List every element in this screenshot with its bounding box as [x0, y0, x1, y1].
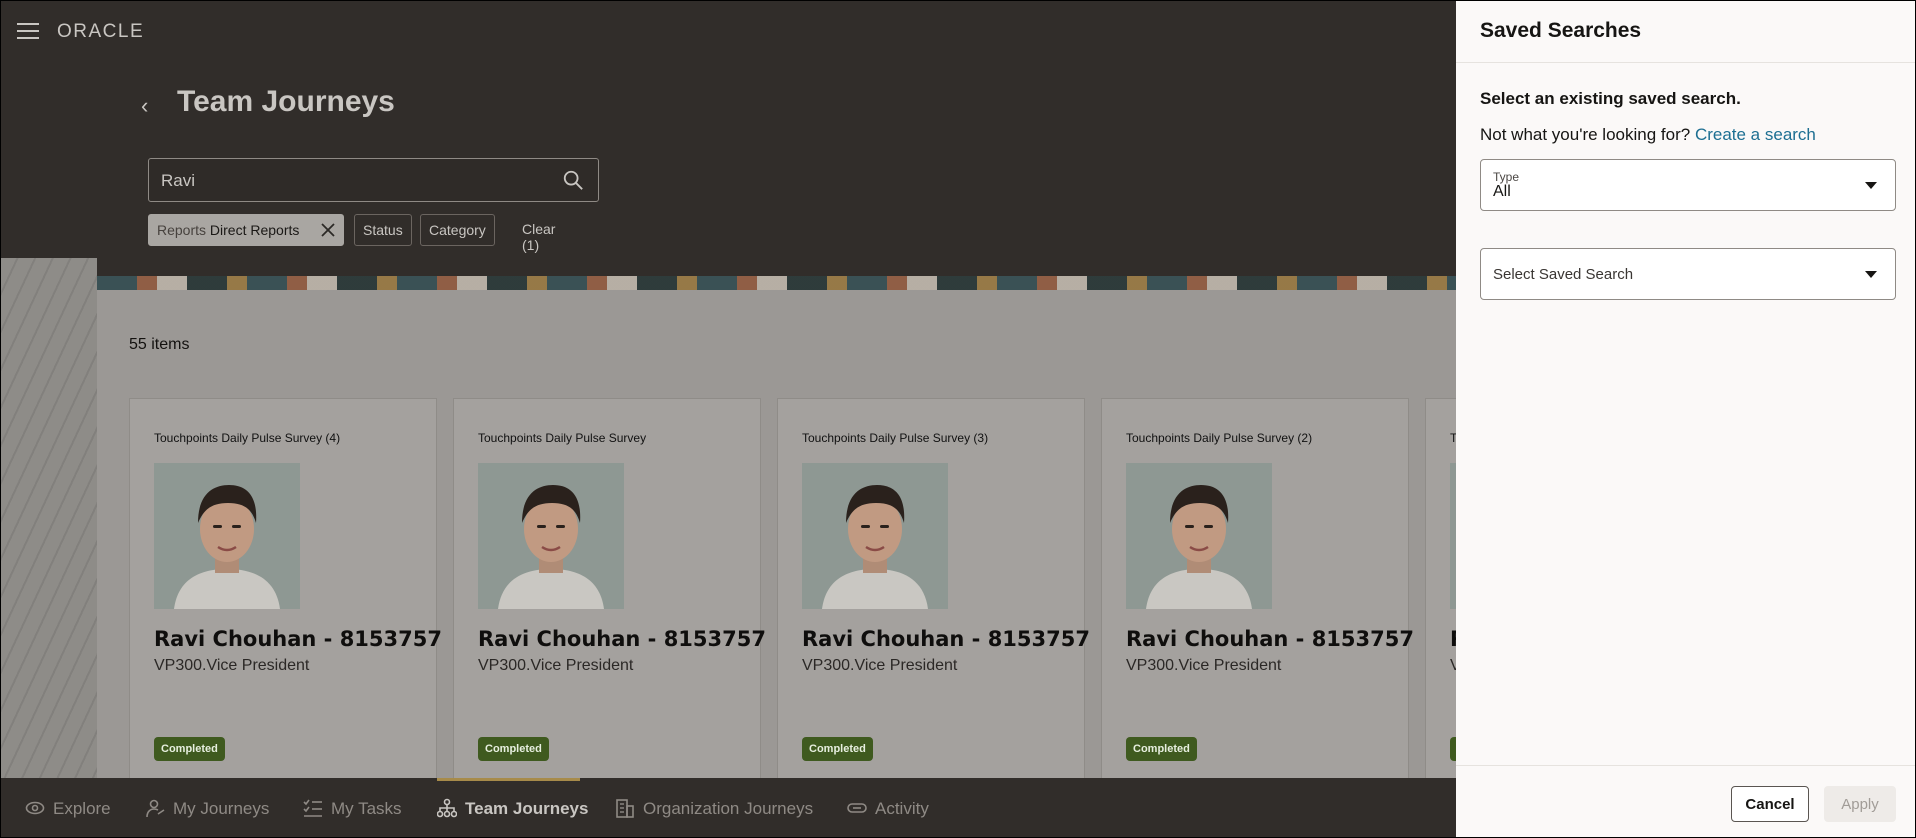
status-badge: Completed	[478, 737, 549, 761]
not-what-text: Not what you're looking for?	[1480, 125, 1691, 144]
create-search-link[interactable]: Create a search	[1695, 125, 1816, 144]
dropdown-caret-icon	[1865, 271, 1877, 278]
journey-card[interactable]: Touchpoints Daily Pulse Survey (3) Ravi C…	[777, 398, 1090, 788]
panel-helper-text: Not what you're looking for? Create a se…	[1480, 125, 1816, 145]
saved-searches-panel: Saved Searches Select an existing saved …	[1456, 0, 1916, 838]
back-chevron-icon[interactable]: ‹	[141, 93, 148, 119]
nav-my-tasks-label: My Tasks	[331, 799, 402, 818]
status-badge: Completed	[1126, 737, 1197, 761]
status-badge: Completed	[802, 737, 873, 761]
hierarchy-icon	[437, 798, 457, 818]
card-person-role: VP300.Vice President	[802, 657, 958, 674]
panel-instruction: Select an existing saved search.	[1480, 89, 1741, 108]
type-select[interactable]: Type All	[1480, 159, 1896, 211]
profile-photo	[154, 463, 300, 609]
nav-my-journeys-label: My Journeys	[173, 799, 270, 818]
profile-photo-art	[802, 463, 948, 609]
profile-photo	[478, 463, 624, 609]
panel-footer: Cancel Apply	[1456, 765, 1915, 837]
search-value: Ravi	[161, 171, 196, 190]
status-filter-chip[interactable]: Status	[354, 214, 412, 246]
items-count: 55 items	[129, 336, 190, 353]
card-person-role: VP300.Vice President	[154, 657, 310, 674]
journey-card[interactable]: Touchpoints Daily Pulse Survey (4) Ravi C…	[129, 398, 442, 788]
profile-photo	[1126, 463, 1272, 609]
nav-my-tasks[interactable]: My Tasks	[303, 798, 402, 819]
journey-card[interactable]: TRV	[1425, 398, 1456, 788]
nav-organization-journeys-label: Organization Journeys	[643, 799, 814, 818]
nav-team-journeys-label: Team Journeys	[465, 799, 589, 818]
top-bar: ORACLE	[1, 1, 1456, 63]
card-person-name: Ravi Chouhan - 8153757	[478, 627, 766, 651]
card-person-name: Ravi Chouhan - 8153757	[1126, 627, 1414, 651]
nav-activity[interactable]: Activity	[847, 798, 929, 819]
link-icon	[847, 803, 867, 813]
panel-header: Saved Searches	[1456, 1, 1915, 63]
card-person-name: Ravi Chouhan - 8153757	[154, 627, 442, 651]
checklist-icon	[303, 799, 322, 817]
remove-filter-icon[interactable]	[319, 221, 337, 239]
dropdown-caret-icon	[1865, 182, 1877, 189]
profile-photo	[802, 463, 948, 609]
reports-filter-chip[interactable]: Reports Direct Reports	[148, 214, 344, 246]
nav-activity-label: Activity	[875, 799, 929, 818]
nav-my-journeys[interactable]: My Journeys	[145, 798, 269, 819]
nav-organization-journeys[interactable]: Organization Journeys	[615, 798, 813, 819]
reports-chip-value: Direct Reports	[209, 222, 300, 238]
person-path-icon	[146, 799, 165, 818]
type-select-value: All	[1493, 183, 1511, 200]
card-title: Touchpoints Daily Pulse Survey	[478, 431, 647, 445]
decorative-strip	[1, 258, 97, 778]
bottom-navigation: Explore My Journeys My Tasks Team Journe…	[1, 778, 1456, 837]
profile-photo-art	[478, 463, 624, 609]
card-title: Touchpoints Daily Pulse Survey (4)	[154, 431, 341, 445]
card-title: Touchpoints Daily Pulse Survey (3)	[802, 431, 989, 445]
search-input[interactable]: Ravi	[148, 158, 599, 202]
nav-explore[interactable]: Explore	[25, 798, 111, 819]
reports-chip-key: Reports	[157, 222, 207, 238]
nav-team-journeys[interactable]: Team Journeys	[437, 798, 588, 819]
card-title: Touchpoints Daily Pulse Survey (2)	[1126, 431, 1313, 445]
type-select-label: Type	[1493, 170, 1520, 184]
main-app: ORACLE ‹ Team Journeys Ravi Reports Dire…	[0, 0, 1456, 838]
eye-icon	[25, 801, 45, 815]
clear-filters-button[interactable]: Clear (1)	[522, 221, 555, 253]
profile-photo-art	[1126, 463, 1272, 609]
card-person-role: VP300.Vice President	[1126, 657, 1282, 674]
cancel-button[interactable]: Cancel	[1731, 786, 1809, 822]
hamburger-menu-icon[interactable]	[17, 23, 39, 41]
apply-button[interactable]: Apply	[1824, 786, 1896, 822]
search-icon[interactable]	[562, 169, 584, 191]
saved-search-select[interactable]: Select Saved Search	[1480, 248, 1896, 300]
journey-card[interactable]: Touchpoints Daily Pulse Survey (2) Ravi C…	[1101, 398, 1414, 788]
building-icon	[616, 799, 634, 818]
results-area: 55 items Touchpoints Daily Pulse Survey …	[97, 290, 1456, 788]
card-person-name: Ravi Chouhan - 8153757	[802, 627, 1090, 651]
nav-explore-label: Explore	[53, 799, 111, 818]
oracle-logo: ORACLE	[57, 21, 145, 42]
saved-search-placeholder: Select Saved Search	[1493, 266, 1634, 283]
journey-card[interactable]: Touchpoints Daily Pulse Survey Ravi Chouh…	[453, 398, 766, 788]
status-badge: Completed	[154, 737, 225, 761]
profile-photo-art	[154, 463, 300, 609]
page-title: Team Journeys	[177, 85, 395, 118]
category-filter-chip[interactable]: Category	[420, 214, 495, 246]
decorative-banner	[97, 276, 1456, 290]
card-person-role: VP300.Vice President	[478, 657, 634, 674]
nav-active-indicator	[437, 778, 580, 781]
panel-title: Saved Searches	[1480, 19, 1642, 42]
